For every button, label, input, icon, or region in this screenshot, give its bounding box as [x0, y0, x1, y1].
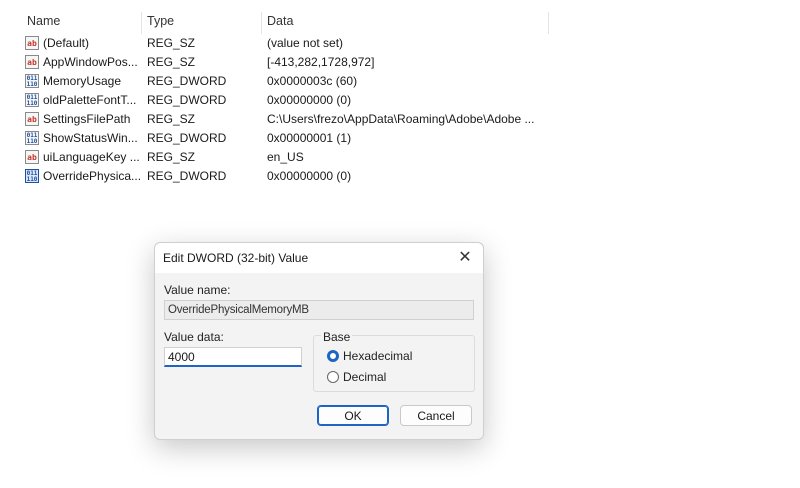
value-type: REG_SZ — [147, 112, 196, 126]
value-name: SettingsFilePath — [43, 112, 131, 126]
column-divider[interactable] — [548, 12, 549, 34]
value-type: REG_SZ — [147, 36, 196, 50]
string-value-icon: ab — [25, 112, 39, 126]
dialog-title: Edit DWORD (32-bit) Value — [163, 251, 309, 265]
value-data: 0x0000003c (60) — [267, 74, 358, 88]
value-name: AppWindowPos... — [43, 55, 138, 69]
dialog-titlebar[interactable]: Edit DWORD (32-bit) Value ✕ — [155, 243, 483, 273]
value-row[interactable]: 011 110 ShowStatusWin... REG_DWORD 0x000… — [20, 129, 560, 148]
string-value-icon: ab — [25, 55, 39, 69]
value-data: 0x00000000 (0) — [267, 169, 352, 183]
value-data: en_US — [267, 150, 304, 164]
value-name-field: OverridePhysicalMemoryMB — [164, 300, 474, 320]
value-row[interactable]: ab AppWindowPos... REG_SZ [-413,282,1728… — [20, 53, 560, 72]
value-data: 0x00000000 (0) — [267, 93, 352, 107]
value-row[interactable]: ab uiLanguageKey ... REG_SZ en_US — [20, 148, 560, 167]
value-row[interactable]: 011 110 MemoryUsage REG_DWORD 0x0000003c… — [20, 72, 560, 91]
value-type: REG_SZ — [147, 55, 196, 69]
value-name-label: Value name: — [164, 283, 231, 297]
column-header-data[interactable]: Data — [267, 10, 293, 32]
value-type: REG_DWORD — [147, 93, 227, 107]
value-type: REG_SZ — [147, 150, 196, 164]
decimal-label: Decimal — [343, 370, 387, 384]
hexadecimal-label: Hexadecimal — [343, 349, 413, 363]
value-type: REG_DWORD — [147, 74, 227, 88]
ok-button[interactable]: OK — [317, 405, 389, 426]
value-name: (Default) — [43, 36, 90, 50]
value-data-input[interactable] — [164, 347, 302, 367]
hexadecimal-radio[interactable]: Hexadecimal — [327, 348, 467, 364]
value-data-label: Value data: — [164, 330, 224, 344]
value-row[interactable]: ab (Default) REG_SZ (value not set) — [20, 34, 560, 53]
decimal-radio[interactable]: Decimal — [327, 369, 467, 385]
column-header-type[interactable]: Type — [147, 10, 174, 32]
value-type: REG_DWORD — [147, 131, 227, 145]
value-type: REG_DWORD — [147, 169, 227, 183]
edit-dword-dialog: Edit DWORD (32-bit) Value ✕ Value name: … — [154, 242, 484, 440]
base-group-label: Base — [321, 330, 353, 344]
value-data: C:\Users\frezo\AppData\Roaming\Adobe\Ado… — [267, 112, 535, 126]
radio-selected-icon — [327, 350, 339, 362]
string-value-icon: ab — [25, 36, 39, 50]
dword-value-icon: 011 110 — [25, 169, 39, 183]
cancel-button[interactable]: Cancel — [400, 405, 472, 426]
value-data: 0x00000001 (1) — [267, 131, 352, 145]
string-value-icon: ab — [25, 150, 39, 164]
value-name: OverridePhysica... — [43, 169, 142, 183]
radio-unselected-icon — [327, 371, 339, 383]
value-name: uiLanguageKey ... — [43, 150, 140, 164]
dword-value-icon: 011 110 — [25, 131, 39, 145]
value-row[interactable]: 011 110 oldPaletteFontT... REG_DWORD 0x0… — [20, 91, 560, 110]
dword-value-icon: 011 110 — [25, 74, 39, 88]
close-icon[interactable]: ✕ — [453, 247, 477, 269]
value-data: (value not set) — [267, 36, 344, 50]
value-name: MemoryUsage — [43, 74, 122, 88]
dword-value-icon: 011 110 — [25, 93, 39, 107]
column-divider[interactable] — [261, 12, 262, 34]
column-header-name[interactable]: Name — [27, 10, 60, 32]
value-row[interactable]: ab SettingsFilePath REG_SZ C:\Users\frez… — [20, 110, 560, 129]
value-name: ShowStatusWin... — [43, 131, 138, 145]
value-row-selected[interactable]: 011 110 OverridePhysica... REG_DWORD 0x0… — [20, 167, 560, 186]
value-data: [-413,282,1728,972] — [267, 55, 375, 69]
value-name: oldPaletteFontT... — [43, 93, 137, 107]
column-divider[interactable] — [141, 12, 142, 34]
